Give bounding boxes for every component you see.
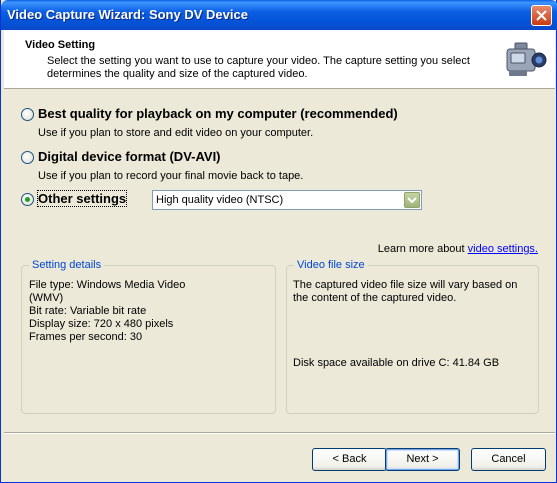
footer-divider	[4, 432, 555, 434]
window-title: Video Capture Wizard: Sony DV Device	[7, 7, 248, 22]
detail-line: Display size: 720 x 480 pixels	[29, 318, 174, 330]
detail-line: (WMV)	[29, 292, 64, 304]
dropdown-button[interactable]	[404, 192, 420, 208]
radio-best-quality[interactable]	[21, 108, 34, 121]
detail-line: Bit rate: Variable bit rate	[29, 305, 147, 317]
close-icon	[536, 10, 547, 21]
title-bar[interactable]: Video Capture Wizard: Sony DV Device	[1, 0, 557, 30]
radio-other-settings[interactable]	[21, 193, 34, 206]
video-file-size-group: Video file size The captured video file …	[286, 259, 539, 414]
page-description: Select the setting you want to use to ca…	[47, 55, 470, 80]
option-best-quality-label[interactable]: Best quality for playback on my computer…	[38, 106, 398, 121]
camcorder-icon	[506, 42, 547, 76]
setting-details-group: Setting details File type: Windows Media…	[21, 259, 276, 414]
radio-dv-avi[interactable]	[21, 151, 34, 164]
back-button-label: < Back	[332, 453, 367, 465]
cancel-button-label: Cancel	[491, 453, 526, 465]
learn-more: Learn more about video settings.	[378, 243, 538, 255]
next-button[interactable]: Next >	[385, 448, 460, 471]
file-size-line: the content of the captured video.	[293, 292, 457, 304]
video-file-size-legend: Video file size	[294, 259, 368, 271]
next-button-label: Next >	[406, 453, 439, 465]
option-other-settings-label[interactable]: Other settings	[36, 190, 128, 207]
wizard-header: Video Setting Select the setting you wan…	[4, 30, 555, 89]
other-settings-select[interactable]: High quality video (NTSC)	[152, 190, 422, 210]
detail-line: Frames per second: 30	[29, 331, 143, 343]
cancel-button[interactable]: Cancel	[471, 448, 546, 471]
option-dv-avi-label[interactable]: Digital device format (DV-AVI)	[38, 149, 221, 164]
learn-more-text: Learn more about	[377, 243, 465, 255]
chevron-down-icon	[407, 197, 417, 204]
select-value: High quality video (NTSC)	[156, 194, 284, 206]
video-settings-link[interactable]: video settings.	[468, 243, 538, 255]
option-best-quality-description: Use if you plan to store and edit video …	[38, 127, 314, 139]
setting-details-legend: Setting details	[29, 259, 105, 271]
disk-space-text: Disk space available on drive C: 41.84 G…	[293, 357, 500, 369]
close-button[interactable]	[531, 5, 552, 26]
detail-line: File type: Windows Media Video	[29, 279, 186, 291]
option-dv-avi-description: Use if you plan to record your final mov…	[38, 170, 304, 182]
wizard-window: Video Capture Wizard: Sony DV Device Vid…	[0, 0, 557, 483]
file-size-line: The captured video file size will vary b…	[293, 279, 518, 291]
page-title: Video Setting	[25, 39, 96, 51]
back-button[interactable]: < Back	[312, 448, 387, 471]
